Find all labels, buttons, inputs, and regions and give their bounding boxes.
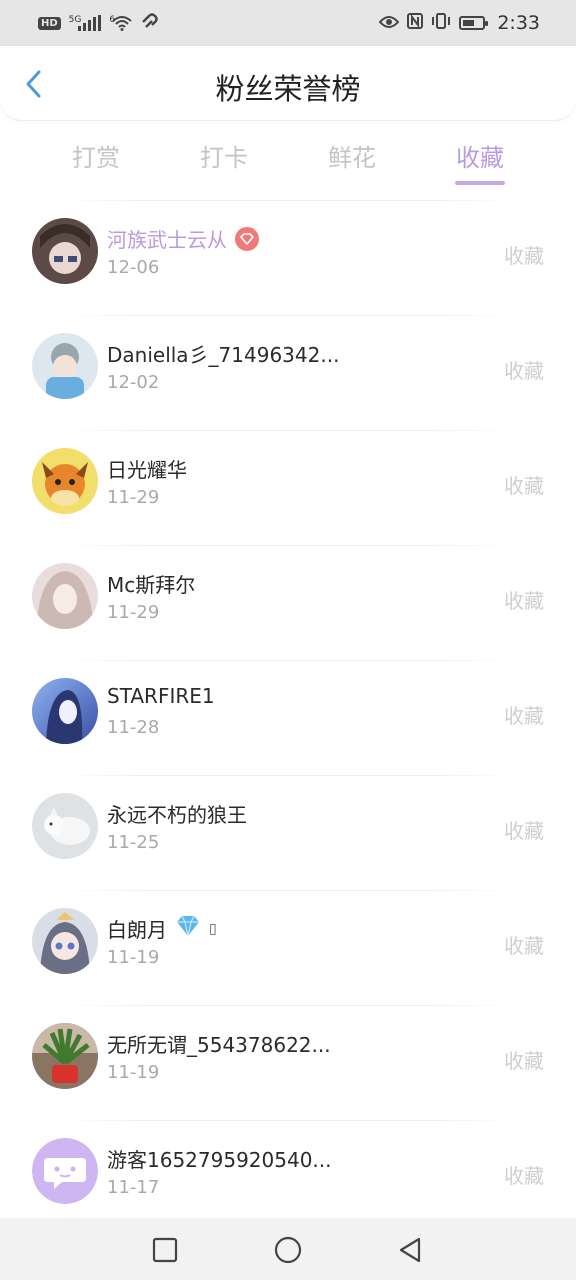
- avatar[interactable]: [32, 333, 98, 399]
- fan-date: 11-29: [107, 602, 160, 623]
- divider: [60, 315, 516, 316]
- recents-button[interactable]: [151, 1236, 179, 1264]
- square-icon: [152, 1237, 178, 1263]
- fan-date: 11-29: [107, 487, 160, 508]
- tab-reward[interactable]: 打赏: [46, 138, 146, 173]
- fan-name: 永远不朽的狼王: [107, 799, 247, 828]
- fan-name-text: 河族武士云从: [107, 228, 227, 252]
- fan-name-text: 游客1652795920540...: [107, 1148, 332, 1172]
- home-button[interactable]: [274, 1236, 302, 1264]
- fan-name-text: 无所无谓_554378622...: [107, 1033, 331, 1057]
- fan-name: STARFIRE1: [107, 684, 215, 708]
- heart-gem-icon: [235, 226, 259, 251]
- back-button[interactable]: [16, 64, 50, 104]
- tab-checkin[interactable]: 打卡: [174, 138, 274, 173]
- fan-name: Daniella彡_71496342...: [107, 339, 339, 368]
- fan-name-text: 白朗月: [107, 918, 167, 942]
- fan-name-text: 日光耀华: [107, 458, 187, 482]
- back-nav-button[interactable]: [396, 1236, 424, 1264]
- nfc-icon: [407, 12, 424, 34]
- avatar[interactable]: [32, 678, 98, 744]
- avatar[interactable]: [32, 218, 98, 284]
- divider: [60, 775, 516, 776]
- fan-date: 11-19: [107, 947, 160, 968]
- divider: [60, 890, 516, 891]
- battery-icon: [459, 16, 489, 30]
- fan-name: 游客1652795920540...: [107, 1144, 332, 1173]
- fan-name: 白朗月 ▯: [107, 914, 217, 943]
- fan-date: 12-02: [107, 372, 160, 393]
- triangle-back-icon: [399, 1237, 421, 1263]
- favorite-label: 收藏: [504, 934, 544, 958]
- eye-icon: [378, 13, 400, 34]
- divider: [60, 1005, 516, 1006]
- fan-name: 河族武士云从: [107, 224, 259, 253]
- circle-icon: [274, 1236, 302, 1264]
- tab-flowers[interactable]: 鲜花: [302, 138, 402, 173]
- fan-date: 11-25: [107, 832, 160, 853]
- page-title: 粉丝荣誉榜: [215, 72, 361, 106]
- chevron-left-icon: [26, 70, 41, 98]
- list-item[interactable]: 白朗月 ▯ 11-19 收藏: [0, 890, 576, 1005]
- fan-name: Mc斯拜尔: [107, 569, 195, 598]
- avatar[interactable]: [32, 908, 98, 974]
- app-header: 粉丝荣誉榜: [0, 46, 576, 121]
- tab-favorites[interactable]: 收藏: [430, 138, 530, 185]
- fan-name: 日光耀华: [107, 454, 187, 483]
- list-item[interactable]: 无所无谓_554378622... 11-19 收藏: [0, 1005, 576, 1120]
- tab-bar: 打赏 打卡 鲜花 收藏: [0, 128, 576, 188]
- favorite-label: 收藏: [504, 819, 544, 843]
- system-nav-bar: [0, 1218, 576, 1280]
- divider: [60, 1120, 516, 1121]
- divider: [60, 545, 516, 546]
- fan-list: 河族武士云从 12-06 收藏 Daniella彡_71496342... 12…: [0, 200, 576, 1235]
- tab-label: 收藏: [456, 144, 504, 172]
- list-item[interactable]: 永远不朽的狼王 11-25 收藏: [0, 775, 576, 890]
- favorite-label: 收藏: [504, 704, 544, 728]
- fan-name: 无所无谓_554378622...: [107, 1029, 331, 1058]
- active-tab-indicator: [455, 181, 505, 185]
- fan-name-text: Daniella彡_71496342...: [107, 343, 340, 367]
- fan-date: 11-17: [107, 1177, 160, 1198]
- fan-name-text: Mc斯拜尔: [107, 573, 196, 597]
- avatar[interactable]: [32, 448, 98, 514]
- wifi-icon: 6: [109, 15, 132, 31]
- list-item[interactable]: Mc斯拜尔 11-29 收藏: [0, 545, 576, 660]
- divider: [60, 430, 516, 431]
- fan-date: 12-06: [107, 257, 160, 278]
- hd-icon: HD: [38, 16, 61, 30]
- unknown-glyph: ▯: [209, 920, 217, 937]
- avatar[interactable]: [32, 1023, 98, 1089]
- status-bar: HD 5G 6 2:33: [0, 0, 576, 46]
- favorite-label: 收藏: [504, 359, 544, 383]
- list-item[interactable]: 河族武士云从 12-06 收藏: [0, 200, 576, 315]
- list-item[interactable]: 日光耀华 11-29 收藏: [0, 430, 576, 545]
- clock: 2:33: [497, 12, 540, 34]
- status-right: 2:33: [378, 12, 540, 34]
- fan-date: 11-19: [107, 1062, 160, 1083]
- tab-label: 打赏: [72, 144, 120, 172]
- divider: [60, 200, 516, 201]
- list-item[interactable]: STARFIRE1 11-28 收藏: [0, 660, 576, 775]
- avatar[interactable]: [32, 793, 98, 859]
- favorite-label: 收藏: [504, 244, 544, 268]
- avatar[interactable]: [32, 1138, 98, 1204]
- status-left: HD 5G 6: [38, 12, 158, 34]
- vibrate-icon: [431, 12, 451, 34]
- fan-date: 11-28: [107, 717, 160, 738]
- divider: [60, 660, 516, 661]
- diamond-icon: [175, 915, 201, 942]
- favorite-label: 收藏: [504, 474, 544, 498]
- favorite-label: 收藏: [504, 1164, 544, 1188]
- avatar[interactable]: [32, 563, 98, 629]
- favorite-label: 收藏: [504, 1049, 544, 1073]
- favorite-label: 收藏: [504, 589, 544, 613]
- list-item[interactable]: Daniella彡_71496342... 12-02 收藏: [0, 315, 576, 430]
- tab-label: 打卡: [200, 144, 248, 172]
- link-icon: [140, 12, 158, 34]
- fan-name-text: STARFIRE1: [107, 684, 215, 708]
- fan-name-text: 永远不朽的狼王: [107, 803, 247, 827]
- tab-label: 鲜花: [328, 144, 376, 172]
- cellular-signal-icon: 5G: [69, 15, 102, 31]
